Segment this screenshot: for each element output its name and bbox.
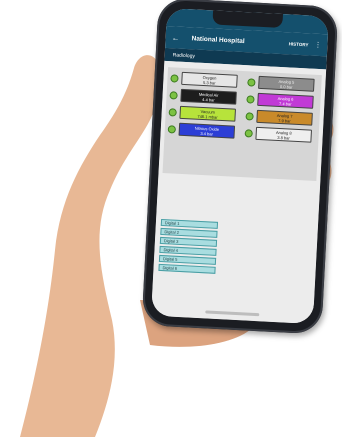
sensor-analog-5[interactable]: Analog 5 0.0 bar [247,75,315,92]
history-button[interactable]: HISTORY [289,41,309,47]
sensor-oxygen[interactable]: Oxygen 5.3 bar [170,71,238,88]
main-content: Oxygen 5.3 bar Medical Air 4.4 bar Vacuu… [151,60,327,325]
sensor-tile[interactable]: Nitrous Oxide 3.4 bar [178,122,236,139]
sensor-tile[interactable]: Oxygen 5.3 bar [181,71,238,88]
sensor-analog-7[interactable]: Analog 7 7.9 bar [245,109,313,126]
sensor-panel: Oxygen 5.3 bar Medical Air 4.4 bar Vacuu… [162,67,322,182]
status-indicator [170,73,179,83]
status-indicator [167,124,177,134]
sensor-tile[interactable]: Analog 7 7.9 bar [256,109,313,126]
phone-frame: ← National Hospital HISTORY ⋮ Radiology … [141,0,339,335]
sensor-tile[interactable]: Analog 5 0.0 bar [258,75,315,92]
status-indicator [245,111,254,121]
status-indicator [169,90,178,100]
sensor-tile[interactable]: Medical Air 4.4 bar [180,88,237,105]
sensor-tile[interactable]: Analog 6 7.4 bar [257,92,314,109]
sensor-vacuum[interactable]: Vacuum 746.1 mbar [168,105,236,122]
status-indicator [168,107,177,117]
digital-list: Digital 1 Digital 2 Digital 3 Digital 4 … [158,218,219,276]
status-indicator [244,128,253,138]
kebab-menu-icon[interactable]: ⋮ [314,41,321,49]
status-indicator [247,77,256,87]
sensor-tile[interactable]: Vacuum 746.1 mbar [179,105,236,122]
sensor-tile[interactable]: Analog 8 3.8 bar [255,126,312,143]
sensor-medical-air[interactable]: Medical Air 4.4 bar [169,88,237,105]
sensor-analog-8[interactable]: Analog 8 3.8 bar [244,126,312,143]
section-title: Radiology [172,51,196,59]
home-indicator [205,310,260,317]
phone-screen: ← National Hospital HISTORY ⋮ Radiology … [151,7,329,325]
status-indicator [246,94,255,104]
page-title: National Hospital [191,34,245,45]
digital-item-6[interactable]: Digital 6 [158,263,216,274]
sensor-analog-6[interactable]: Analog 6 7.4 bar [246,92,314,109]
arrow-left-icon[interactable]: ← [171,33,183,43]
sensor-nitrous-oxide[interactable]: Nitrous Oxide 3.4 bar [167,122,236,139]
